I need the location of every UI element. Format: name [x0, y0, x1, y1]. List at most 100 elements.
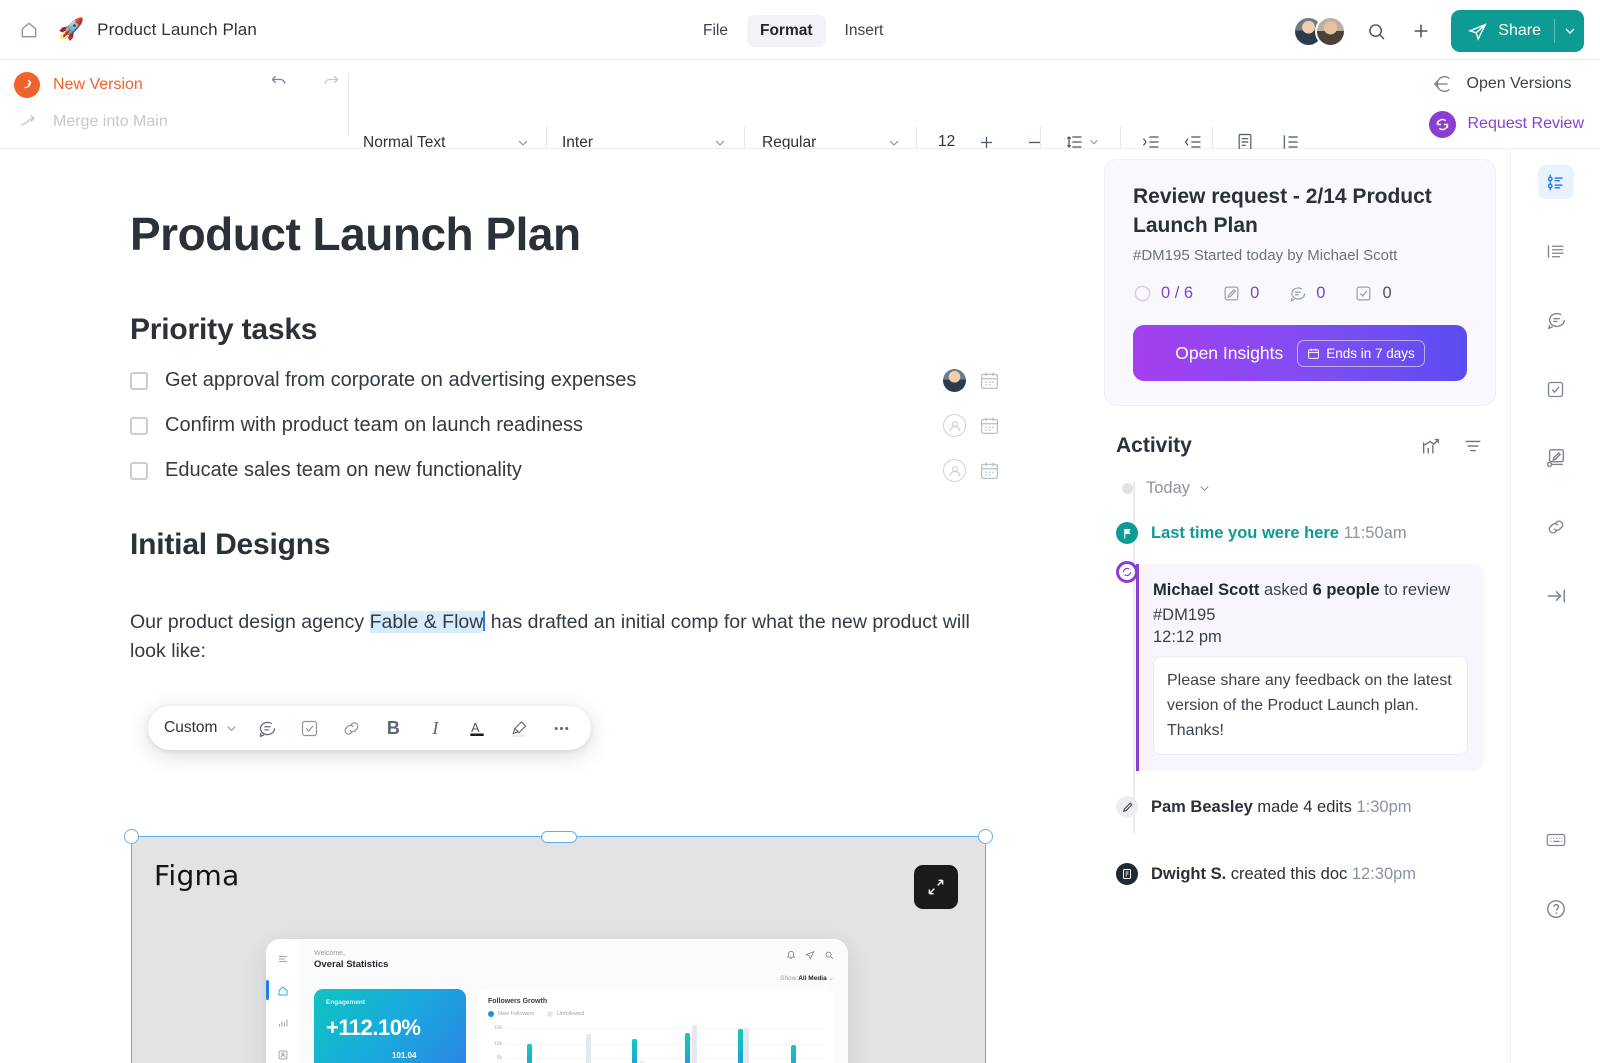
task-checkbox[interactable]: [130, 461, 148, 480]
legend-entry: New Followers: [488, 1011, 534, 1017]
activity-item-edits[interactable]: Pam Beasley made 4 edits 1:30pm: [1116, 795, 1484, 820]
analytics-icon: [276, 1015, 291, 1030]
edit-icon: [1222, 284, 1241, 303]
heading-priority-tasks: Priority tasks: [130, 313, 318, 346]
link-icon[interactable]: [1538, 510, 1574, 544]
task-meta: [943, 414, 1000, 437]
media-filter-value: All Media: [798, 975, 827, 982]
collapse-right-icon[interactable]: [1538, 579, 1574, 613]
task-meta: [943, 459, 1000, 482]
filter-icon[interactable]: [1462, 435, 1484, 457]
stat-progress[interactable]: 0 / 6: [1133, 284, 1193, 303]
task-icon[interactable]: [295, 714, 323, 742]
review-request-subtitle: #DM195 Started today by Michael Scott: [1133, 247, 1398, 264]
embed-provider-label: Figma: [154, 859, 240, 892]
text-lines-icon[interactable]: [1538, 234, 1574, 268]
chart-plot: 15k 10k 5k 2k 0: [488, 1022, 823, 1063]
comment-icon[interactable]: [1538, 303, 1574, 337]
send-icon: [1467, 21, 1488, 42]
review-icon: [1116, 561, 1138, 583]
app-root: 🚀 Product Launch Plan File Format Insert: [0, 0, 1600, 1063]
outline-icon[interactable]: [1537, 165, 1574, 199]
task-assignee-placeholder-icon[interactable]: [943, 414, 966, 437]
request-review-button[interactable]: Request Review: [1428, 104, 1584, 144]
edits-activity-text: Pam Beasley made 4 edits 1:30pm: [1151, 795, 1412, 820]
task-check-icon[interactable]: [1538, 372, 1574, 406]
review-request-card: Review request - 2/14 Product Launch Pla…: [1104, 159, 1496, 406]
calendar-icon[interactable]: [979, 415, 1000, 436]
avatar[interactable]: [1315, 15, 1347, 47]
search-icon[interactable]: [1361, 16, 1391, 46]
created-activity-text: Dwight S. created this doc 12:30pm: [1151, 862, 1416, 887]
bold-icon[interactable]: B: [379, 714, 407, 742]
new-version-button[interactable]: New Version: [14, 66, 168, 103]
chart-bar-unfollowed: [744, 1027, 750, 1063]
task-item[interactable]: Educate sales team on new functionality: [130, 459, 1000, 482]
stat-tasks[interactable]: 0: [1354, 284, 1392, 303]
expand-icon[interactable]: [914, 865, 958, 909]
right-icon-rail: [1510, 149, 1600, 1063]
top-right-controls: Share: [1293, 10, 1584, 52]
review-icon: [1428, 110, 1456, 138]
link-icon[interactable]: [337, 714, 365, 742]
undo-icon[interactable]: [262, 66, 296, 98]
document-title[interactable]: Product Launch Plan: [97, 20, 257, 40]
menu-format[interactable]: Format: [746, 15, 826, 47]
calendar-icon: [1307, 347, 1320, 360]
resize-handle-top-center[interactable]: [540, 831, 577, 843]
format-toolbar: New Version Merge into Main Cl: [0, 60, 1600, 200]
chevron-down-icon[interactable]: [1562, 23, 1578, 39]
keyboard-icon[interactable]: [1538, 823, 1574, 857]
help-icon[interactable]: [1538, 892, 1574, 926]
open-insights-button[interactable]: Open Insights Ends in 7 days: [1133, 325, 1467, 381]
activity-item-review-request[interactable]: Michael Scott asked 6 people to review #…: [1116, 560, 1484, 785]
collaborator-avatars[interactable]: [1293, 15, 1347, 47]
stat-comments[interactable]: 0: [1288, 284, 1325, 303]
stat-edits[interactable]: 0: [1222, 284, 1259, 303]
merge-into-main-button[interactable]: Merge into Main: [14, 103, 168, 140]
task-item[interactable]: Get approval from corporate on advertisi…: [130, 369, 1000, 392]
task-checkbox[interactable]: [130, 416, 148, 435]
resize-handle-top-left[interactable]: [124, 829, 139, 844]
calendar-icon[interactable]: [979, 460, 1000, 481]
plus-icon[interactable]: [1406, 16, 1436, 46]
redo-icon[interactable]: [314, 66, 348, 98]
menu-file[interactable]: File: [690, 15, 741, 47]
activity-item-created[interactable]: Dwight S. created this doc 12:30pm: [1116, 862, 1484, 887]
search-icon: [824, 950, 834, 960]
task-assignee-placeholder-icon[interactable]: [943, 459, 966, 482]
task-checkbox[interactable]: [130, 371, 148, 390]
sign-icon[interactable]: [1538, 441, 1574, 475]
float-style-select[interactable]: Custom: [164, 719, 239, 737]
media-filter-prefix: Show: [780, 975, 797, 982]
open-versions-button[interactable]: Open Versions: [1429, 64, 1585, 104]
chart-bar-group: [770, 1022, 823, 1063]
doc-icon: [1116, 863, 1138, 885]
chevron-down-icon[interactable]: [1197, 481, 1212, 496]
resize-handle-top-right[interactable]: [978, 829, 993, 844]
task-item[interactable]: Confirm with product team on launch read…: [130, 414, 1000, 437]
chart-bar-new-followers: [632, 1038, 638, 1063]
document-canvas[interactable]: Product Launch Plan Priority tasks Get a…: [0, 149, 1090, 1063]
paragraph-initial-designs: Our product design agency Fable & Flow h…: [130, 608, 1000, 666]
dashboard-mockup: Welcome, Overal Statistics Show All Medi…: [266, 939, 848, 1063]
home-icon[interactable]: [18, 19, 40, 41]
share-button[interactable]: Share: [1451, 10, 1584, 52]
trend-up-icon[interactable]: [1420, 435, 1442, 457]
italic-icon[interactable]: I: [421, 714, 449, 742]
text-color-icon[interactable]: A: [463, 714, 491, 742]
share-divider: [1554, 19, 1555, 43]
comment-icon[interactable]: [253, 714, 281, 742]
task-assignee-avatar[interactable]: [943, 369, 966, 392]
last-visit-label: Last time you were here 11:50am: [1151, 521, 1407, 546]
figma-embed[interactable]: Figma Welcome, Overal Statistics Show Al…: [124, 829, 993, 1063]
menu-insert[interactable]: Insert: [832, 15, 897, 47]
timeline-day-group[interactable]: Today: [1116, 476, 1484, 501]
dashboard-cards: Engagement +112.10% 101.04 1 Aug: [314, 989, 834, 1063]
overall-statistics-heading: Overal Statistics: [314, 959, 389, 970]
highlight-icon[interactable]: [505, 714, 533, 742]
more-icon[interactable]: [547, 714, 575, 742]
chart-bar-new-followers: [685, 1033, 691, 1063]
calendar-icon[interactable]: [979, 370, 1000, 391]
activity-actor: Dwight S.: [1151, 865, 1227, 883]
